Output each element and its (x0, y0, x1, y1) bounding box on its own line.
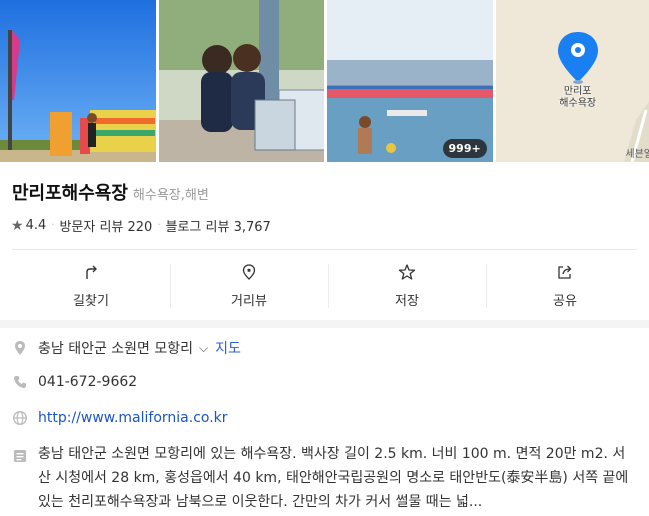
location-pin-icon (242, 264, 256, 280)
star-icon: ★ (11, 217, 24, 234)
section-divider (0, 320, 649, 328)
rating-value: 4.4 (25, 218, 47, 233)
street-view-label: 거리뷰 (231, 294, 267, 309)
share-button[interactable]: 공유 (486, 252, 644, 320)
street-view-button[interactable]: 거리뷰 (170, 252, 328, 320)
directions-label: 길찾기 (73, 294, 109, 309)
chevron-down-icon[interactable]: ⌵ (199, 341, 208, 356)
address-row: 충남 태안군 소원면 모항리 ⌵ 지도 (12, 338, 241, 358)
place-category: 해수욕장,해변 (132, 188, 209, 203)
photo-sea[interactable]: 999+ (327, 0, 493, 162)
address-text: 충남 태안군 소원면 모항리 (38, 341, 194, 357)
save-label: 저장 (395, 294, 419, 309)
location-icon (12, 340, 28, 356)
phone-row: 041-672-9662 (12, 374, 137, 390)
website-row: http://www.malifornia.co.kr (12, 410, 228, 426)
action-bar: 길찾기 거리뷰 저장 공유 (12, 252, 644, 320)
separator-dot: · (157, 220, 161, 231)
blog-reviews-link[interactable]: 블로그 리뷰 3,767 (166, 216, 271, 235)
globe-icon (12, 410, 28, 426)
phone-number[interactable]: 041-672-9662 (38, 374, 137, 390)
info-document-icon (12, 448, 28, 464)
description-text[interactable]: 충남 태안군 소원면 모항리에 있는 해수욕장. 백사장 길이 2.5 km. … (38, 442, 638, 514)
save-button[interactable]: 저장 (328, 252, 486, 320)
share-label: 공유 (553, 294, 577, 309)
photo-strip: 999+ 만리포 해수욕장 세븐일 (0, 0, 649, 162)
visitor-reviews-link[interactable]: 방문자 리뷰 220 (59, 216, 152, 235)
star-outline-icon (398, 264, 416, 280)
photo-beach-signs[interactable] (0, 0, 157, 162)
share-icon (558, 265, 572, 279)
mini-map[interactable]: 만리포 해수욕장 세븐일 (495, 0, 649, 162)
photo-count-badge[interactable]: 999+ (442, 139, 487, 158)
place-name: 만리포해수욕장 (12, 183, 128, 204)
directions-icon (86, 265, 97, 279)
directions-button[interactable]: 길찾기 (12, 252, 170, 320)
map-corner-label: 세븐일 (625, 149, 649, 160)
photo-visitors[interactable] (159, 0, 325, 162)
map-place-label: 만리포 해수욕장 (559, 86, 597, 109)
divider (12, 249, 637, 250)
place-meta: ★ 4.4 · 방문자 리뷰 220 · 블로그 리뷰 3,767 (11, 216, 271, 236)
description-row: 충남 태안군 소원면 모항리에 있는 해수욕장. 백사장 길이 2.5 km. … (12, 442, 642, 514)
map-link[interactable]: 지도 (215, 338, 241, 358)
phone-icon (12, 374, 28, 390)
separator-dot: · (51, 220, 55, 231)
place-header: 만리포해수욕장 해수욕장,해변 (12, 179, 209, 205)
website-link[interactable]: http://www.malifornia.co.kr (38, 410, 228, 426)
